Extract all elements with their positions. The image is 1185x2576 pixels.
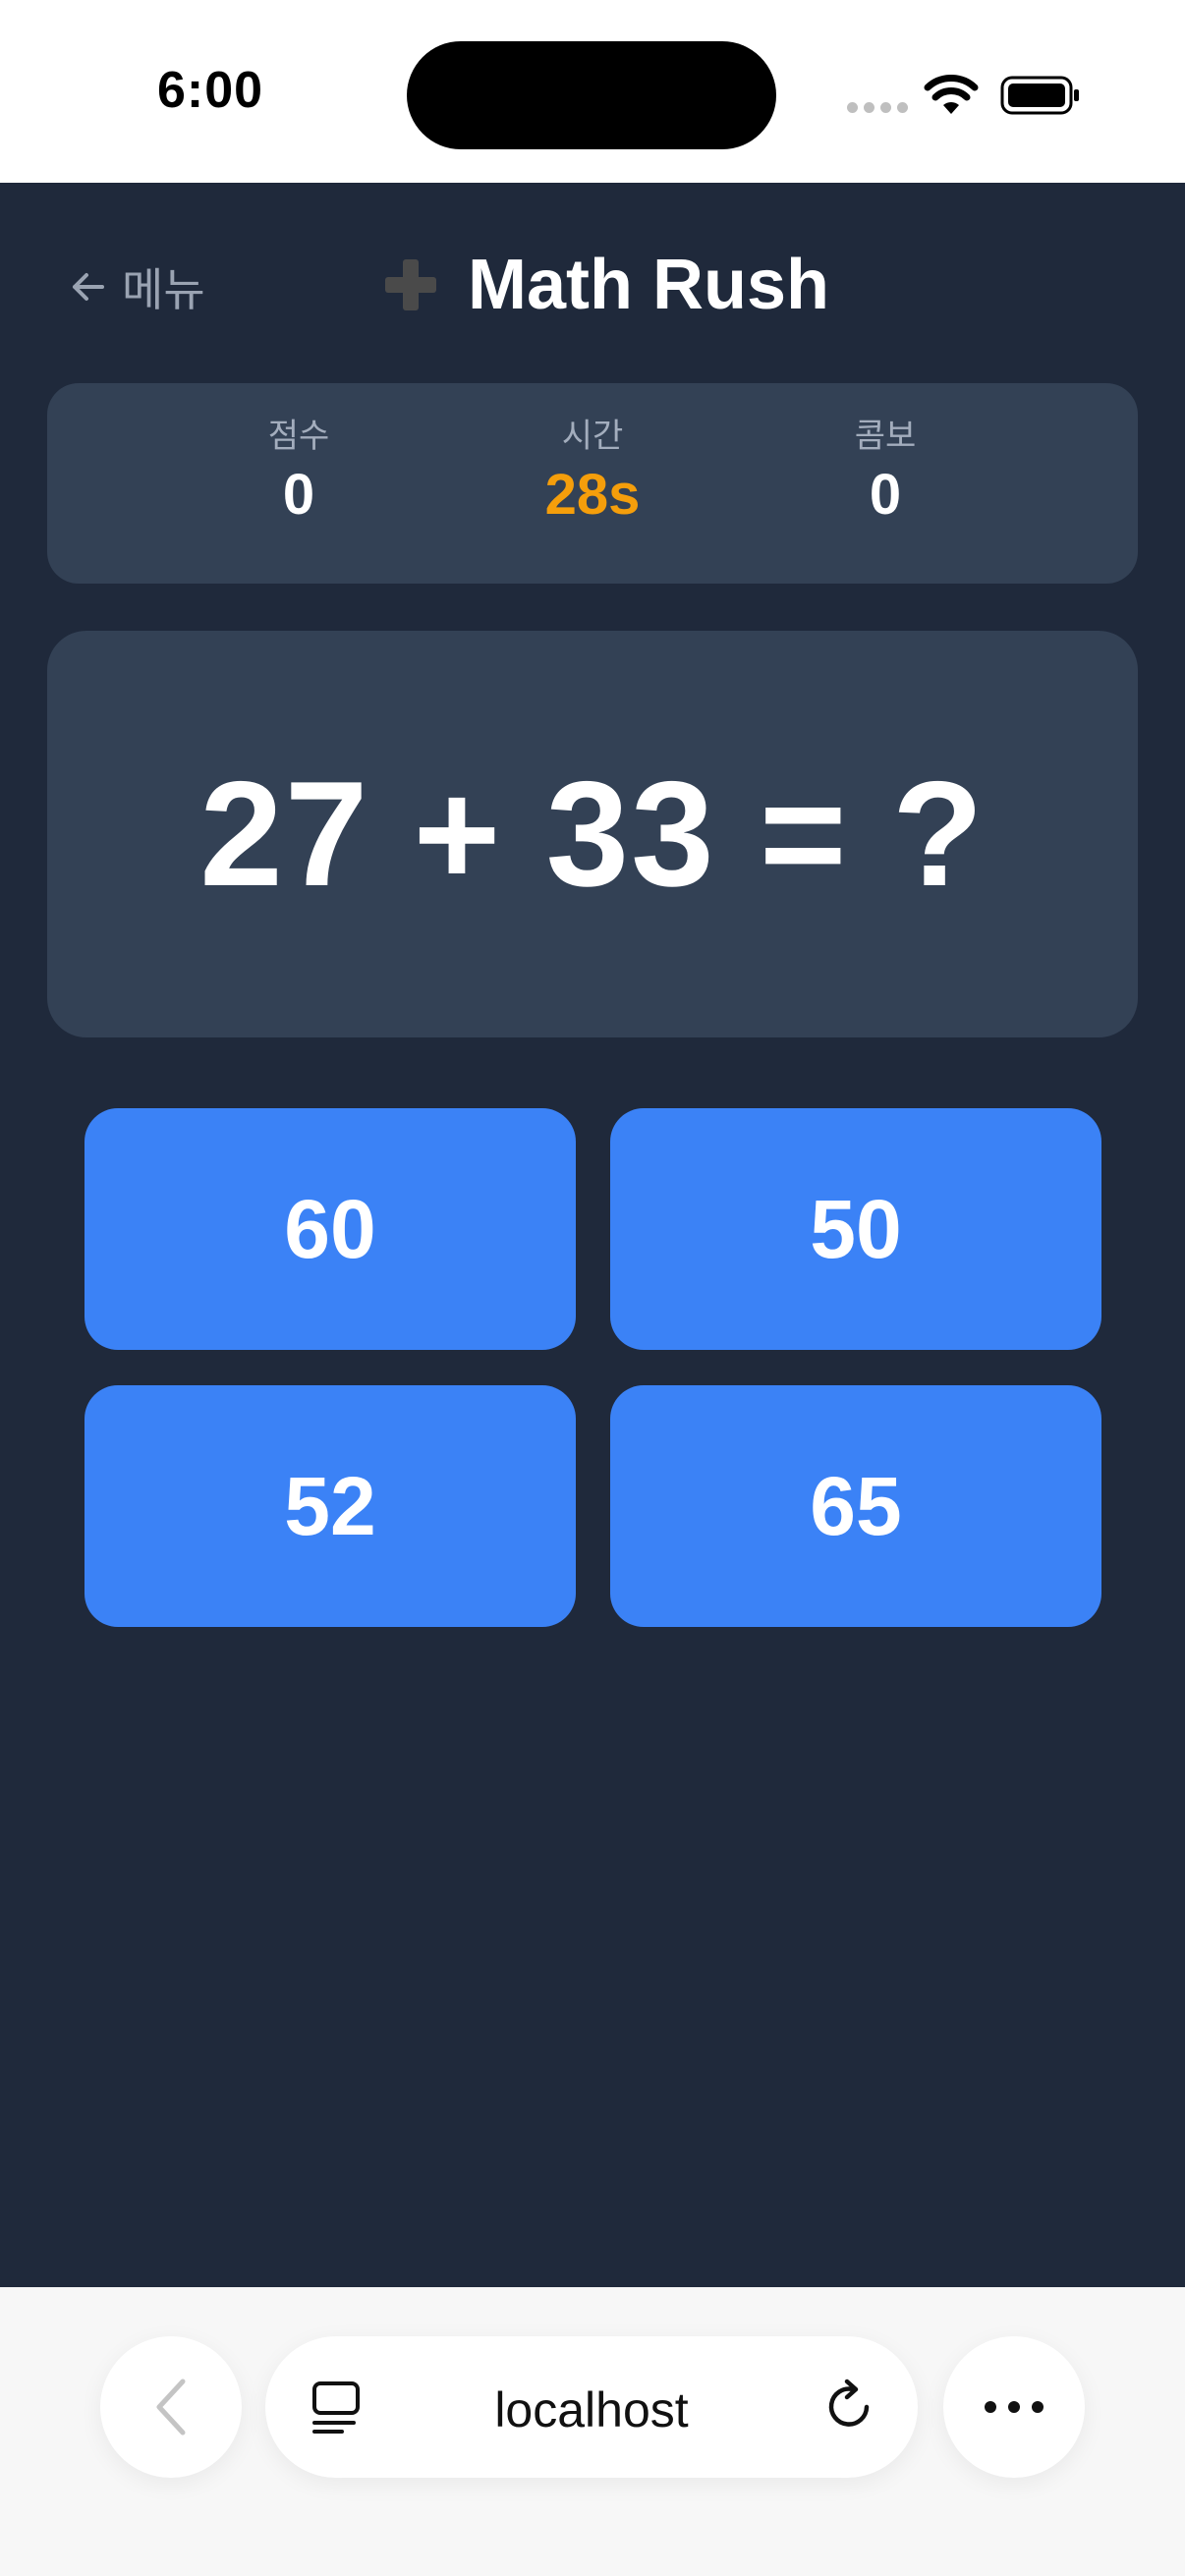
combo-value: 0 (869, 463, 902, 527)
chevron-left-icon (156, 2379, 186, 2436)
status-time: 6:00 (157, 62, 264, 119)
question-card: 27 + 33 = ? (47, 631, 1138, 1037)
address-bar[interactable]: localhost (265, 2336, 918, 2478)
answer-button[interactable]: 50 (610, 1108, 1101, 1350)
time-label: 시간 (561, 418, 624, 455)
back-label: 메뉴 (122, 264, 205, 315)
app-title-group: Math Rush (383, 236, 829, 334)
more-options-button[interactable] (943, 2336, 1085, 2478)
reload-icon[interactable] (823, 2378, 878, 2436)
question-text: 27 + 33 = ? (199, 750, 986, 918)
score-label: 점수 (267, 418, 330, 455)
status-bar: 6:00 (0, 0, 1185, 183)
time-stat: 시간 28s (465, 417, 720, 527)
url-text: localhost (494, 2382, 689, 2437)
dynamic-island (407, 41, 776, 149)
back-to-menu-button[interactable]: 메뉴 (69, 257, 205, 316)
answer-button[interactable]: 60 (85, 1108, 576, 1350)
wifi-icon (924, 75, 979, 114)
answer-button[interactable]: 65 (610, 1385, 1101, 1627)
ellipsis-icon (985, 2401, 1044, 2413)
browser-back-button[interactable] (100, 2336, 242, 2478)
arrow-left-icon (73, 273, 104, 301)
combo-stat: 콤보 0 (758, 417, 1013, 527)
battery-icon (1000, 76, 1079, 115)
score-value: 0 (282, 463, 315, 527)
cellular-signal-icon (847, 102, 908, 116)
score-stat: 점수 0 (171, 417, 426, 527)
browser-toolbar: localhost (0, 2287, 1185, 2576)
game-screen: 메뉴 Math Rush 점수 0 시간 28s 콤보 0 27 + 33 = … (0, 183, 1185, 2287)
plus-icon (385, 259, 436, 310)
answer-button[interactable]: 52 (85, 1385, 576, 1627)
time-value: 28s (544, 463, 641, 527)
stats-panel: 점수 0 시간 28s 콤보 0 (47, 383, 1138, 584)
page-title: Math Rush (468, 246, 829, 324)
combo-label: 콤보 (854, 418, 917, 455)
